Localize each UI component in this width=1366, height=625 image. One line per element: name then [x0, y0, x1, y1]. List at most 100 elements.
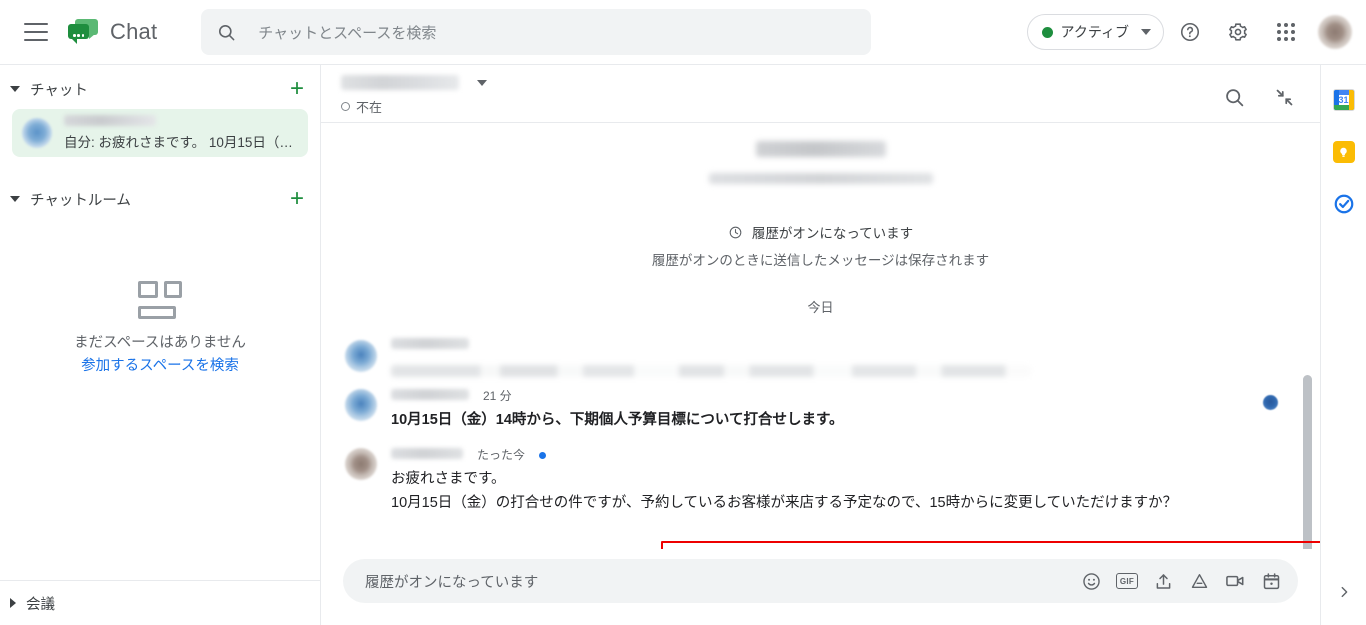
conversation-list-item[interactable]: 自分: お疲れさまです。 10月15日（… [12, 109, 308, 157]
new-space-button[interactable]: + [290, 187, 304, 211]
message-header [391, 338, 1296, 356]
top-bar-actions: アクティブ [1026, 10, 1366, 54]
read-receipt-avatar [1263, 395, 1278, 410]
meet-section-title: 会議 [26, 596, 55, 613]
conversation-texts: 自分: お疲れさまです。 10月15日（… [64, 115, 298, 151]
chat-section-header[interactable]: チャット + [0, 69, 320, 109]
message-row[interactable]: 21 分 10月15日（金）14時から、下期個人予算目標について打合せします。 [321, 379, 1320, 434]
calendar-day-number: 31 [1338, 95, 1349, 105]
history-on-sublabel: 履歴がオンのときに送信したメッセージは保存されます [651, 253, 990, 268]
chat-section-title: チャット [30, 82, 88, 99]
upload-icon [1156, 573, 1170, 589]
gear-icon [1229, 23, 1247, 41]
messages-scrollbar[interactable] [1303, 375, 1312, 549]
sent-status-icon [539, 452, 547, 460]
spaces-empty-state: まだスペースはありません 参加するスペースを検索 [0, 281, 320, 375]
drive-button[interactable] [1182, 564, 1216, 598]
browse-spaces-link[interactable]: 参加するスペースを検索 [81, 354, 239, 375]
compose-actions: GIF [1074, 564, 1288, 598]
message-row[interactable]: たった今 お疲れさまです。 10月15日（金）の打合せの件ですが、予約しているお… [321, 434, 1320, 517]
status-dot-icon [1041, 26, 1053, 38]
apps-grid-icon [1277, 23, 1295, 41]
message-avatar [345, 448, 377, 481]
google-keep-icon[interactable] [1332, 141, 1355, 163]
spaces-section-header[interactable]: チャットルーム + [0, 179, 320, 219]
chevron-down-icon [10, 86, 20, 92]
new-chat-button[interactable]: + [290, 77, 304, 101]
message-text: お疲れさまです。 10月15日（金）の打合せの件ですが、予約しているお客様が来店… [391, 471, 1178, 511]
conversation-status-label: 不在 [356, 100, 383, 115]
presence-status-button[interactable]: アクティブ [1026, 14, 1164, 50]
calendar-invite-button[interactable] [1254, 564, 1288, 598]
calendar-icon [1263, 572, 1279, 589]
message-sender-redacted [391, 338, 469, 349]
conversation-identity: 不在 [341, 75, 487, 116]
right-side-panel: 31 [1320, 64, 1366, 625]
chevron-down-icon[interactable] [477, 79, 487, 86]
history-clock-icon [729, 226, 742, 238]
message-timestamp: たった今 [477, 448, 526, 463]
google-apps-button[interactable] [1264, 10, 1308, 54]
help-button[interactable] [1168, 10, 1212, 54]
message-header: 21 分 [391, 387, 1296, 405]
status-label: アクティブ [1060, 24, 1129, 40]
message-text-redacted [391, 365, 1031, 377]
chevron-down-icon [10, 196, 20, 202]
google-calendar-icon[interactable]: 31 [1332, 89, 1355, 111]
left-sidebar: チャット + 自分: お疲れさまです。 10月15日（… チャットルーム + ま… [0, 64, 320, 625]
away-status-icon [341, 102, 350, 111]
conversation-status: 不在 [341, 97, 487, 116]
search-in-conversation-button[interactable] [1212, 75, 1256, 119]
spaces-section-title: チャットルーム [30, 192, 131, 209]
app-body: チャット + 自分: お疲れさまです。 10月15日（… チャットルーム + ま… [0, 64, 1366, 625]
message-avatar [345, 389, 377, 421]
hamburger-menu-icon[interactable] [24, 23, 48, 41]
emoji-button[interactable] [1074, 564, 1108, 598]
expand-side-panel-button[interactable] [1329, 577, 1359, 607]
google-chat-logo-icon [68, 19, 98, 45]
video-meet-icon [1226, 575, 1244, 587]
conversation-snippet: 自分: お疲れさまです。 10月15日（… [64, 135, 293, 150]
compose-placeholder: 履歴がオンになっています [365, 574, 539, 591]
meet-section: 会議 [0, 580, 320, 625]
spaces-empty-title: まだスペースはありません [74, 335, 246, 351]
search-icon [219, 24, 235, 40]
search-input[interactable]: チャットとスペースを検索 [201, 9, 872, 55]
message-body: たった今 お疲れさまです。 10月15日（金）の打合せの件ですが、予約しているお… [391, 446, 1296, 515]
message-input[interactable]: 履歴がオンになっています GIF [343, 559, 1298, 603]
lightbulb-icon [1340, 147, 1347, 157]
search-placeholder: チャットとスペースを検索 [258, 24, 437, 42]
conversation-header-actions [1212, 75, 1306, 119]
search-area: チャットとスペースを検索 [201, 9, 872, 55]
meet-section-header[interactable]: 会議 [0, 581, 320, 625]
google-tasks-icon[interactable] [1333, 193, 1355, 215]
message-row[interactable] [321, 330, 1320, 379]
gif-button[interactable]: GIF [1110, 564, 1144, 598]
emoji-icon [1082, 572, 1100, 590]
google-chat-app: Chat チャットとスペースを検索 アクティブ チャット + 自分: お疲れさま… [0, 0, 1366, 625]
drive-icon [1191, 573, 1207, 588]
intro-name-redacted [755, 141, 886, 157]
message-sender-redacted [391, 389, 469, 400]
collapse-conversation-button[interactable] [1262, 75, 1306, 119]
message-header: たった今 [391, 446, 1296, 464]
upload-file-button[interactable] [1146, 564, 1180, 598]
message-avatar [345, 340, 377, 372]
brand: Chat [68, 19, 157, 45]
message-body [391, 338, 1296, 377]
contact-name-redacted [64, 115, 156, 126]
history-on-notice: 履歴がオンになっています [728, 222, 913, 242]
message-timestamp: 21 分 [483, 389, 512, 403]
search-icon [1225, 88, 1243, 106]
settings-button[interactable] [1216, 10, 1260, 54]
video-meeting-button[interactable] [1218, 564, 1252, 598]
contact-avatar [22, 118, 52, 148]
conversation-title-row[interactable] [341, 75, 487, 90]
gif-icon: GIF [1116, 573, 1138, 589]
compose-area: 履歴がオンになっています GIF [321, 549, 1320, 625]
account-avatar[interactable] [1318, 15, 1352, 49]
conversation-name-redacted [341, 75, 459, 90]
messages-area[interactable]: 履歴がオンになっています 履歴がオンのときに送信したメッセージは保存されます 今… [321, 123, 1320, 549]
conversation-panel: 不在 履歴がオンになっています 履歴がオンのときに送信したメッセージは保存されま… [320, 64, 1320, 625]
chevron-down-icon [1141, 29, 1151, 35]
